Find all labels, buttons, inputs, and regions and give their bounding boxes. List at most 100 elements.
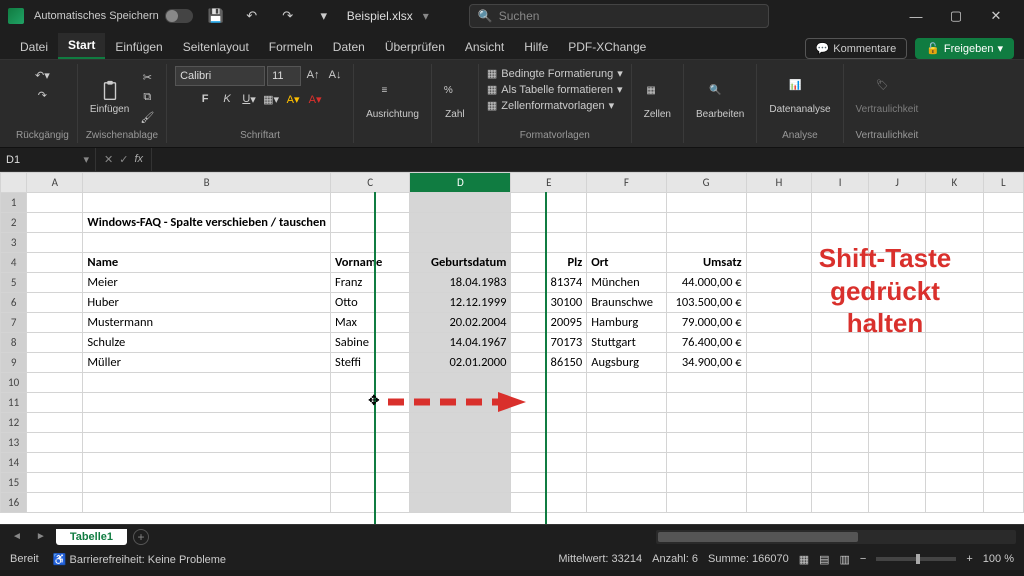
cell-D8[interactable]: 14.04.1967 [410, 333, 511, 353]
sheet-nav-prev[interactable]: ◄ [8, 531, 26, 542]
cell-A11[interactable] [27, 393, 83, 413]
cell-L12[interactable] [983, 413, 1023, 433]
col-header-H[interactable]: H [746, 173, 812, 193]
fx-icon[interactable]: fx [134, 153, 143, 166]
cell-E2[interactable] [511, 213, 587, 233]
format-painter-icon[interactable]: 🖌 [137, 108, 157, 126]
increase-font-icon[interactable]: A↑ [303, 66, 323, 84]
search-input[interactable]: 🔍 Suchen [469, 4, 769, 28]
cell-B14[interactable] [83, 453, 331, 473]
cell-G11[interactable] [666, 393, 746, 413]
cell-A4[interactable] [27, 253, 83, 273]
minimize-icon[interactable]: ― [896, 3, 936, 29]
tab-datei[interactable]: Datei [10, 35, 58, 59]
cell-G12[interactable] [666, 413, 746, 433]
tab-überprüfen[interactable]: Überprüfen [375, 35, 455, 59]
cell-A5[interactable] [27, 273, 83, 293]
col-header-L[interactable]: L [983, 173, 1023, 193]
cell-G7[interactable]: 79.000,00 € [666, 313, 746, 333]
cell-K11[interactable] [926, 393, 984, 413]
cell-G5[interactable]: 44.000,00 € [666, 273, 746, 293]
tab-ansicht[interactable]: Ansicht [455, 35, 514, 59]
cut-icon[interactable]: ✂ [137, 68, 157, 86]
cell-E6[interactable]: 30100 [511, 293, 587, 313]
cell-G2[interactable] [666, 213, 746, 233]
cell-K12[interactable] [926, 413, 984, 433]
cell-F13[interactable] [587, 433, 666, 453]
fill-color-button[interactable]: A▾ [283, 90, 303, 108]
cell-B13[interactable] [83, 433, 331, 453]
conditional-formatting-button[interactable]: ▦ Bedingte Formatierung ▾ [487, 66, 623, 81]
cell-C13[interactable] [330, 433, 409, 453]
cell-A2[interactable] [27, 213, 83, 233]
cell-J10[interactable] [869, 373, 926, 393]
cell-F7[interactable]: Hamburg [587, 313, 666, 333]
cell-J2[interactable] [869, 213, 926, 233]
cell-K14[interactable] [926, 453, 984, 473]
cell-G9[interactable]: 34.900,00 € [666, 353, 746, 373]
tab-pdf-xchange[interactable]: PDF-XChange [558, 35, 656, 59]
col-header-K[interactable]: K [926, 173, 984, 193]
cell-D7[interactable]: 20.02.2004 [410, 313, 511, 333]
close-icon[interactable]: ✕ [976, 3, 1016, 29]
copy-icon[interactable]: ⧉ [137, 88, 157, 106]
cell-E7[interactable]: 20095 [511, 313, 587, 333]
cell-F11[interactable] [587, 393, 666, 413]
tab-hilfe[interactable]: Hilfe [514, 35, 558, 59]
sheet-nav-next[interactable]: ► [32, 531, 50, 542]
cell-B2[interactable]: Windows-FAQ - Spalte verschieben / tausc… [83, 213, 331, 233]
cell-B12[interactable] [83, 413, 331, 433]
cell-B7[interactable]: Mustermann [83, 313, 331, 333]
cell-G4[interactable]: Umsatz [666, 253, 746, 273]
cell-C3[interactable] [330, 233, 409, 253]
row-header-11[interactable]: 11 [1, 393, 27, 413]
cell-L10[interactable] [983, 373, 1023, 393]
row-header-9[interactable]: 9 [1, 353, 27, 373]
cell-C5[interactable]: Franz [330, 273, 409, 293]
cell-H11[interactable] [746, 393, 812, 413]
cell-F5[interactable]: München [587, 273, 666, 293]
redo-icon[interactable]: ↷ [275, 3, 301, 29]
cell-B6[interactable]: Huber [83, 293, 331, 313]
cell-I12[interactable] [812, 413, 869, 433]
zoom-out-button[interactable]: − [860, 553, 866, 565]
col-header-J[interactable]: J [869, 173, 926, 193]
cell-E4[interactable]: Plz [511, 253, 587, 273]
cell-F12[interactable] [587, 413, 666, 433]
cell-A7[interactable] [27, 313, 83, 333]
undo-icon[interactable]: ↶ [239, 3, 265, 29]
cell-H13[interactable] [746, 433, 812, 453]
row-header-2[interactable]: 2 [1, 213, 27, 233]
cell-I16[interactable] [812, 493, 869, 513]
cell-E1[interactable] [511, 193, 587, 213]
cell-D12[interactable] [410, 413, 511, 433]
data-analysis-button[interactable]: 📊Datenanalyse [765, 78, 834, 117]
view-break-icon[interactable]: ▥ [840, 553, 850, 566]
cell-J14[interactable] [869, 453, 926, 473]
decrease-font-icon[interactable]: A↓ [325, 66, 345, 84]
view-page-icon[interactable]: ▤ [819, 553, 829, 566]
col-header-A[interactable]: A [27, 173, 83, 193]
cell-I15[interactable] [812, 473, 869, 493]
cell-K10[interactable] [926, 373, 984, 393]
cell-F8[interactable]: Stuttgart [587, 333, 666, 353]
row-header-3[interactable]: 3 [1, 233, 27, 253]
cell-G6[interactable]: 103.500,00 € [666, 293, 746, 313]
cell-A15[interactable] [27, 473, 83, 493]
cell-C9[interactable]: Steffi [330, 353, 409, 373]
horizontal-scrollbar[interactable] [656, 530, 1016, 544]
row-header-14[interactable]: 14 [1, 453, 27, 473]
cell-K15[interactable] [926, 473, 984, 493]
paste-button[interactable]: Einfügen [86, 78, 133, 117]
cell-D2[interactable] [410, 213, 511, 233]
italic-button[interactable]: K [217, 90, 237, 108]
cell-C2[interactable] [330, 213, 409, 233]
alignment-button[interactable]: ≡Ausrichtung [362, 83, 423, 122]
maximize-icon[interactable]: ▢ [936, 3, 976, 29]
cell-B9[interactable]: Müller [83, 353, 331, 373]
cell-A6[interactable] [27, 293, 83, 313]
cell-A1[interactable] [27, 193, 83, 213]
add-sheet-button[interactable]: + [133, 529, 149, 545]
cell-J12[interactable] [869, 413, 926, 433]
cell-B5[interactable]: Meier [83, 273, 331, 293]
